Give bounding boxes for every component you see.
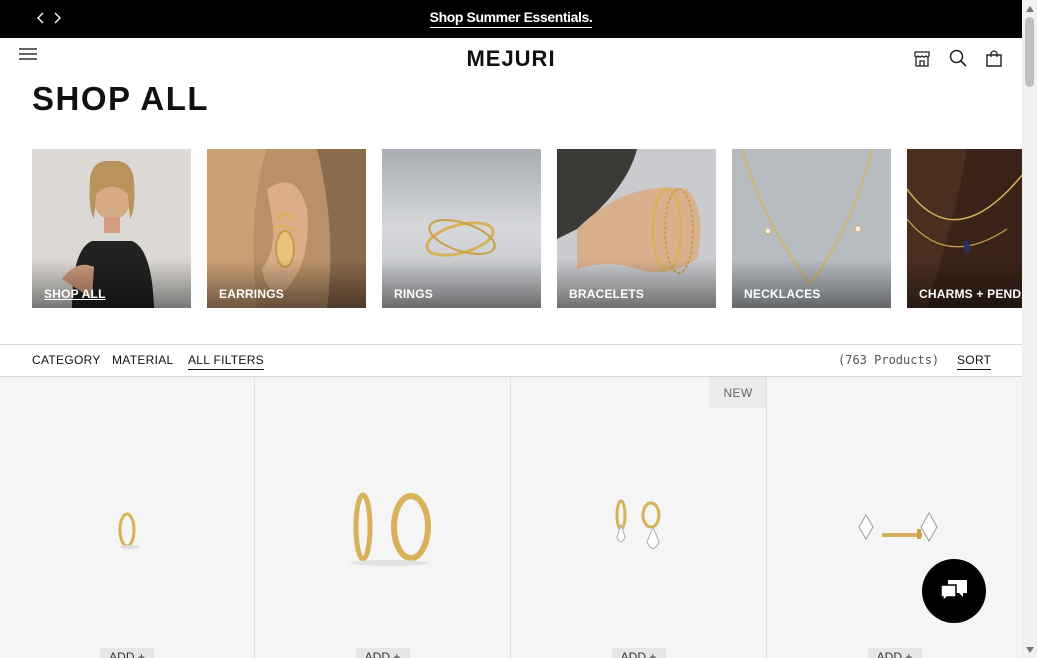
all-filters-button[interactable]: ALL FILTERS [188, 353, 264, 370]
announcement-link[interactable]: Shop Summer Essentials. [429, 9, 593, 28]
add-to-cart-button[interactable]: ADD + [355, 648, 410, 658]
bag-icon[interactable] [984, 48, 1004, 68]
category-tile-shop-all[interactable]: SHOP ALL [32, 149, 191, 308]
chat-button[interactable] [922, 559, 986, 623]
scrollbar-thumb[interactable] [1025, 17, 1034, 87]
header-icons [912, 48, 1004, 68]
category-filter[interactable]: CATEGORY [32, 353, 101, 367]
category-label: SHOP ALL [44, 287, 106, 301]
add-to-cart-button[interactable]: ADD + [611, 648, 666, 658]
product-image [118, 512, 140, 549]
material-filter[interactable]: MATERIAL [112, 353, 174, 367]
page-title: SHOP ALL [32, 80, 210, 117]
logo[interactable]: MEJURI [0, 46, 1022, 72]
category-image [32, 149, 191, 308]
product-card[interactable]: ADD + [255, 377, 511, 658]
announcement-bar: Shop Summer Essentials. [0, 0, 1022, 38]
search-icon[interactable] [948, 48, 968, 68]
product-image [350, 492, 431, 566]
product-grid: ADD + ADD + NEW ADD + ADD + [0, 377, 1022, 658]
page: Shop Summer Essentials. MEJURI SHOP ALL [0, 0, 1037, 658]
sort-button[interactable]: SORT [957, 353, 992, 370]
category-image [557, 149, 716, 308]
category-tile-earrings[interactable]: EARRINGS [207, 149, 366, 308]
product-image [858, 511, 938, 543]
product-count: (763 Products) [838, 353, 940, 367]
category-image [732, 149, 891, 308]
category-label: CHARMS + PENDANTS [919, 287, 1022, 301]
category-image [907, 149, 1022, 308]
product-image [615, 499, 661, 549]
category-label: BRACELETS [569, 287, 645, 301]
filter-bar: CATEGORY MATERIAL ALL FILTERS (763 Produ… [0, 344, 1022, 377]
new-badge: NEW [710, 377, 766, 408]
category-tile-bracelets[interactable]: BRACELETS [557, 149, 716, 308]
category-label: RINGS [394, 287, 434, 301]
product-card[interactable]: NEW ADD + [511, 377, 767, 658]
site-header: MEJURI [0, 38, 1022, 78]
category-image [382, 149, 541, 308]
category-label: EARRINGS [219, 287, 284, 301]
product-card[interactable]: ADD + [0, 377, 255, 658]
scroll-down-icon[interactable] [1022, 643, 1037, 657]
chat-icon [940, 580, 967, 603]
category-tile-charms-pendants[interactable]: CHARMS + PENDANTS [907, 149, 1022, 308]
page-scrollbar[interactable] [1022, 0, 1037, 658]
category-carousel: SHOP ALL EARRINGS RINGS BRACELETS NECKLA… [32, 149, 1022, 308]
scroll-up-icon[interactable] [1022, 2, 1037, 16]
category-label: NECKLACES [744, 287, 821, 301]
product-card[interactable]: ADD + [767, 377, 1022, 658]
add-to-cart-button[interactable]: ADD + [100, 648, 154, 658]
category-tile-necklaces[interactable]: NECKLACES [732, 149, 891, 308]
announcement-message[interactable]: Shop Summer Essentials. [0, 9, 1022, 28]
category-image [207, 149, 366, 308]
category-tile-rings[interactable]: RINGS [382, 149, 541, 308]
store-icon[interactable] [912, 48, 932, 68]
add-to-cart-button[interactable]: ADD + [867, 648, 922, 658]
